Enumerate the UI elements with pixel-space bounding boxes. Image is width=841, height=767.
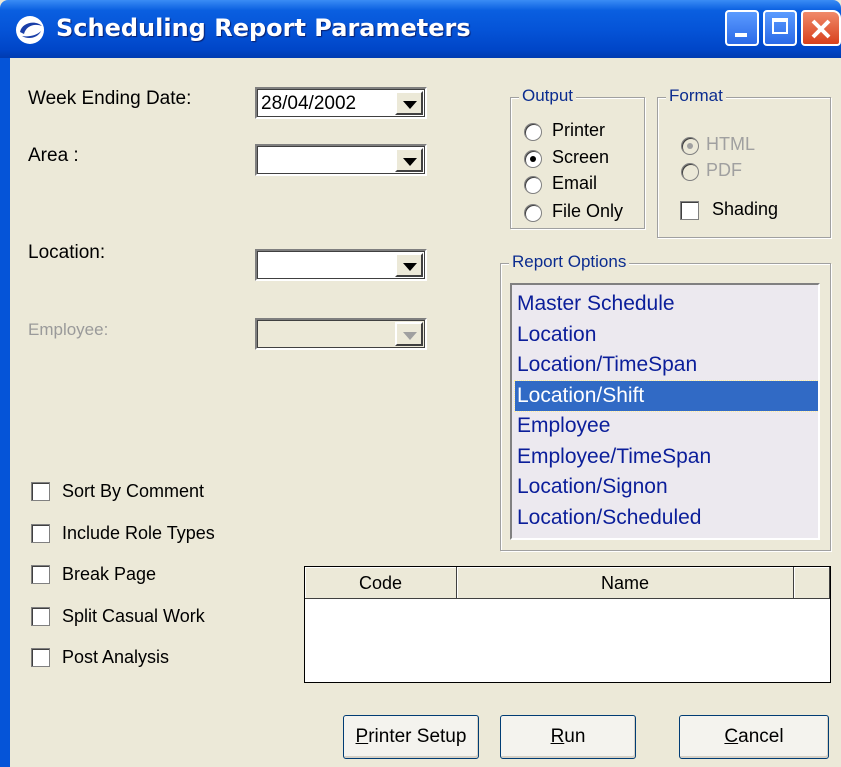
checkbox-label: Include Role Types xyxy=(62,522,215,543)
output-option-label: Screen xyxy=(552,147,610,167)
cancel-button[interactable]: Cancel xyxy=(679,715,829,759)
maximize-button[interactable] xyxy=(763,10,797,46)
split-casual-work-checkbox[interactable] xyxy=(31,606,50,626)
chevron-down-icon xyxy=(403,332,417,340)
report-option-item[interactable]: Location/Shift xyxy=(514,379,818,412)
report-option-item[interactable]: Location/Scheduled xyxy=(515,503,818,533)
window-border xyxy=(0,58,10,767)
report-option-item[interactable]: Employee xyxy=(515,411,818,441)
output-legend: Output xyxy=(519,86,577,106)
chevron-down-icon xyxy=(403,263,417,271)
grid-header-spacer xyxy=(794,567,830,599)
close-icon xyxy=(811,19,831,39)
output-screen-radio[interactable] xyxy=(524,150,542,168)
printer-setup-mnemonic: P xyxy=(355,726,369,747)
chevron-down-icon xyxy=(403,158,417,166)
run-mnemonic: R xyxy=(550,726,565,747)
week-ending-date-combo[interactable]: 28/04/2002 xyxy=(255,87,427,119)
week-ending-label: Week Ending Date: xyxy=(28,88,192,109)
format-legend: Format xyxy=(666,86,726,106)
area-combo[interactable] xyxy=(255,144,427,176)
shading-checkbox[interactable] xyxy=(680,201,699,220)
output-email-radio[interactable] xyxy=(524,176,542,194)
output-option-label: File Only xyxy=(552,201,624,221)
checkbox-label: Sort By Comment xyxy=(62,481,205,501)
report-options-listbox[interactable]: Master Schedule Location Location/TimeSpan… xyxy=(510,283,820,540)
post-analysis-checkbox[interactable] xyxy=(31,648,50,667)
break-page-checkbox[interactable] xyxy=(31,565,50,584)
run-button[interactable]: Run xyxy=(500,715,636,759)
format-html-radio xyxy=(681,137,699,155)
output-file-only-radio[interactable] xyxy=(524,204,542,222)
format-html-label: HTML xyxy=(706,134,755,154)
checkbox-label: Break Page xyxy=(62,564,157,584)
report-option-item[interactable]: Location/TimeSpan xyxy=(515,350,818,380)
sort-by-comment-checkbox[interactable] xyxy=(31,482,50,501)
area-label: Area : xyxy=(28,145,79,166)
report-option-item[interactable]: Master Schedule xyxy=(515,289,818,319)
cancel-label: ancel xyxy=(738,726,784,747)
location-combo[interactable] xyxy=(255,249,427,281)
location-label: Location: xyxy=(28,242,106,263)
employee-label: Employee: xyxy=(28,320,109,339)
printer-setup-label: rinter Setup xyxy=(368,726,467,747)
app-icon xyxy=(16,16,44,44)
code-name-grid[interactable]: Code Name xyxy=(304,566,831,683)
format-pdf-label: PDF xyxy=(706,160,742,180)
output-option-label: Email xyxy=(552,173,598,193)
checkbox-label: Post Analysis xyxy=(62,647,170,667)
employee-combo xyxy=(255,318,427,350)
report-option-item[interactable]: Location xyxy=(515,320,818,350)
week-ending-date-value: 28/04/2002 xyxy=(261,93,357,114)
close-button[interactable] xyxy=(801,10,841,46)
grid-header-code[interactable]: Code xyxy=(305,567,457,599)
chevron-down-icon xyxy=(403,101,417,109)
minimize-button[interactable] xyxy=(725,10,759,46)
dropdown-arrow-button[interactable] xyxy=(395,148,423,172)
dropdown-arrow-button[interactable] xyxy=(395,253,423,277)
shading-label: Shading xyxy=(712,199,779,219)
checkbox-label: Split Casual Work xyxy=(62,605,205,626)
report-options-legend: Report Options xyxy=(509,252,630,272)
printer-setup-button[interactable]: Printer Setup xyxy=(343,715,479,759)
run-label: un xyxy=(564,726,586,747)
dropdown-arrow-button[interactable] xyxy=(395,91,423,115)
cancel-mnemonic: C xyxy=(724,726,739,747)
radio-dot xyxy=(687,143,693,149)
format-pdf-radio xyxy=(681,163,699,181)
include-role-types-checkbox[interactable] xyxy=(31,523,50,543)
window-title: Scheduling Report Parameters xyxy=(56,14,471,42)
radio-dot xyxy=(530,156,536,162)
minimize-icon xyxy=(735,33,747,37)
title-bar[interactable]: Scheduling Report Parameters xyxy=(0,0,841,58)
dropdown-arrow-button xyxy=(395,322,423,346)
report-option-item[interactable]: Employee/TimeSpan xyxy=(515,442,818,472)
output-printer-radio[interactable] xyxy=(524,123,542,141)
grid-header-name[interactable]: Name xyxy=(457,567,794,599)
output-option-label: Printer xyxy=(552,120,606,140)
report-parameters-window: Scheduling Report Parameters Week Ending… xyxy=(0,0,841,767)
report-option-item[interactable]: Location/Signon xyxy=(515,472,818,502)
maximize-icon xyxy=(772,18,788,34)
